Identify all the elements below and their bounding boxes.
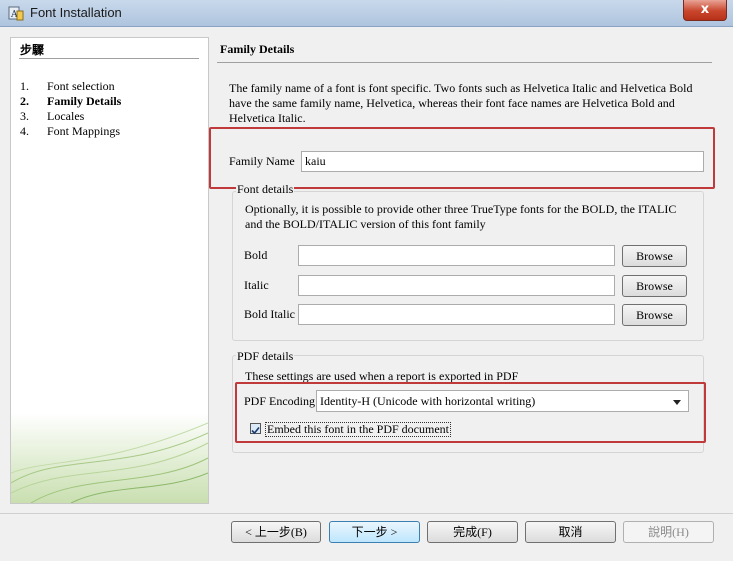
bold-label: Bold <box>244 248 268 262</box>
close-icon: x <box>700 2 710 17</box>
bold-italic-label: Bold Italic <box>244 307 295 321</box>
family-name-input[interactable] <box>301 151 704 172</box>
step-number: 3. <box>20 109 29 123</box>
divider <box>217 62 712 63</box>
step-label: Font selection <box>47 79 115 93</box>
pdf-details-legend: PDF details <box>236 349 295 364</box>
decorative-swirl-image <box>11 413 208 503</box>
italic-label: Italic <box>244 278 269 292</box>
help-button[interactable]: 說明(H) <box>623 521 714 543</box>
step-item: 4. Font Mappings <box>20 124 121 139</box>
bold-italic-browse-button[interactable]: Browse <box>622 304 687 326</box>
family-name-label: Family Name <box>229 154 295 168</box>
window-title: Font Installation <box>30 5 122 20</box>
cancel-button[interactable]: 取消 <box>525 521 616 543</box>
next-button[interactable]: 下一步 > <box>329 521 420 543</box>
close-button[interactable]: x <box>683 0 727 21</box>
italic-browse-button[interactable]: Browse <box>622 275 687 297</box>
steps-list: 1. Font selection 2. Family Details 3. Loca… <box>20 79 121 139</box>
title-bar: A Font Installation x <box>0 0 733 27</box>
step-item: 1. Font selection <box>20 79 121 94</box>
italic-font-input[interactable] <box>298 275 615 296</box>
step-number: 4. <box>20 124 29 138</box>
checkmark-icon <box>251 426 260 435</box>
content-panel: Family Details The family name of a font… <box>209 37 715 502</box>
font-details-description: Optionally, it is possible to provide ot… <box>245 202 677 231</box>
divider <box>19 58 199 59</box>
bold-browse-button[interactable]: Browse <box>622 245 687 267</box>
embed-font-checkbox[interactable] <box>250 423 261 435</box>
dialog-body: 步驟 1. Font selection 2. Family Details 3. L… <box>0 27 733 561</box>
pdf-encoding-value: Identity-H (Unicode with horizontal writ… <box>320 394 536 408</box>
finish-button[interactable]: 完成(F) <box>427 521 518 543</box>
bold-font-input[interactable] <box>298 245 615 266</box>
page-description: The family name of a font is font specif… <box>229 81 693 125</box>
step-label: Font Mappings <box>47 124 121 138</box>
divider <box>0 513 733 514</box>
step-label: Locales <box>47 109 85 123</box>
embed-font-label[interactable]: Embed this font in the PDF document <box>265 422 451 437</box>
steps-panel: 步驟 1. Font selection 2. Family Details 3. L… <box>10 37 209 504</box>
pdf-encoding-select[interactable]: Identity-H (Unicode with horizontal writ… <box>316 390 689 412</box>
pdf-encoding-label: PDF Encoding <box>244 394 316 408</box>
font-details-legend: Font details <box>236 182 295 197</box>
app-icon: A <box>8 6 24 21</box>
step-number: 1. <box>20 79 29 93</box>
chevron-down-icon <box>673 400 681 405</box>
page-title: Family Details <box>220 42 295 56</box>
step-item: 3. Locales <box>20 109 121 124</box>
back-button[interactable]: < 上一步(B) <box>231 521 321 543</box>
bold-italic-font-input[interactable] <box>298 304 615 325</box>
step-item-active: 2. Family Details <box>20 94 121 109</box>
step-label: Family Details <box>47 94 122 108</box>
step-number: 2. <box>20 94 29 108</box>
steps-title: 步驟 <box>20 43 45 57</box>
